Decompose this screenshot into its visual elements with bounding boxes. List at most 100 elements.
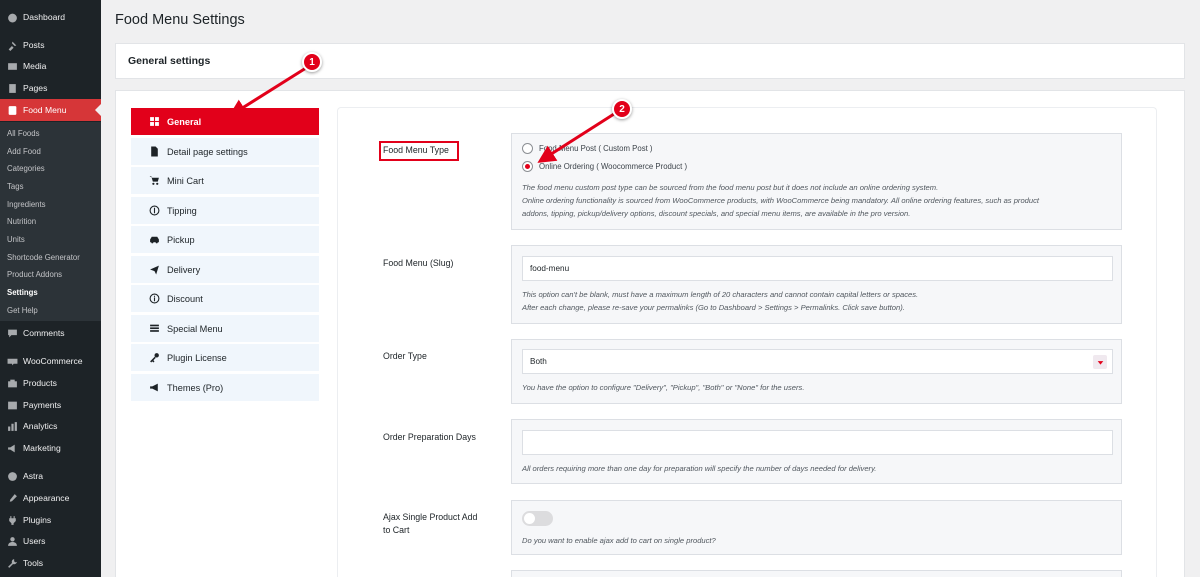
admin-menu-analytics[interactable]: Analytics — [0, 415, 101, 437]
admin-menu-plugins[interactable]: Plugins — [0, 509, 101, 531]
plane-icon — [148, 264, 160, 276]
ajax-add-to-cart-box: Do you want to enable ajax add to cart o… — [511, 500, 1122, 555]
order-preparation-days-box: All orders requiring more than one day f… — [511, 419, 1122, 484]
settings-tab-plugin-license[interactable]: Plugin License — [131, 344, 319, 371]
order-type-desc: You have the option to configure "Delive… — [522, 383, 805, 392]
submenu-tags[interactable]: Tags — [7, 182, 23, 191]
users-icon — [6, 535, 18, 547]
settings-tab-discount[interactable]: Discount — [131, 285, 319, 312]
media-icon — [6, 60, 18, 72]
food-menu-type-desc-2: Online ordering functionality is sourced… — [522, 196, 1040, 205]
order-type-value: Both — [530, 357, 547, 366]
food-menu-slug-label: Food Menu (Slug) — [383, 258, 454, 268]
food-menu-slug-desc-1: This option can't be blank, must have a … — [522, 290, 919, 299]
submenu-product-addons[interactable]: Product Addons — [7, 270, 62, 279]
ajax-add-to-cart-toggle[interactable] — [522, 511, 553, 526]
admin-sidebar: Dashboard Posts Media Pages Food Menu Al… — [0, 0, 101, 577]
order-type-select[interactable]: Both — [522, 349, 1113, 374]
food-menu-slug-input[interactable]: food-menu — [522, 256, 1113, 281]
document-icon — [148, 146, 160, 158]
payments-icon — [6, 399, 18, 411]
food-menu-post-option[interactable]: Food Menu Post ( Custom Post ) — [522, 143, 653, 154]
marketing-icon — [6, 442, 18, 454]
astra-icon — [6, 470, 18, 482]
appearance-icon — [6, 492, 18, 504]
food-menu-type-desc-1: The food menu custom post type can be so… — [522, 183, 939, 192]
admin-menu-comments[interactable]: Comments — [0, 322, 101, 344]
pin-icon — [6, 39, 18, 51]
submenu-categories[interactable]: Categories — [7, 164, 45, 173]
settings-tab-mini-cart[interactable]: Mini Cart — [131, 167, 319, 194]
order-preparation-days-label: Order Preparation Days — [383, 432, 476, 442]
settings-tab-special-menu[interactable]: Special Menu — [131, 315, 319, 342]
food-menu-submenu: All Foods Add Food Categories Tags Ingre… — [0, 122, 101, 321]
megaphone-icon — [148, 382, 160, 394]
food-menu-type-highlight — [379, 141, 459, 161]
admin-menu-pages[interactable]: Pages — [0, 77, 101, 99]
food-menu-slug-box: food-menu This option can't be blank, mu… — [511, 245, 1122, 324]
submenu-get-help[interactable]: Get Help — [7, 306, 38, 315]
settings-tab-general[interactable]: General — [131, 108, 319, 135]
page-title: Food Menu Settings — [115, 12, 245, 28]
admin-menu-posts[interactable]: Posts — [0, 34, 101, 56]
chevron-down-icon[interactable] — [1093, 355, 1107, 369]
online-ordering-option[interactable]: Online Ordering ( Woocommerce Product ) — [522, 161, 687, 172]
general-settings-header: General settings — [115, 43, 1185, 79]
annotation-badge-2: 2 — [612, 99, 632, 119]
products-icon — [6, 377, 18, 389]
admin-menu-tools[interactable]: Tools — [0, 552, 101, 574]
food-menu-type-desc-3: addons, tipping, pickup/delivery options… — [522, 209, 911, 218]
submenu-shortcode-generator[interactable]: Shortcode Generator — [7, 253, 80, 262]
admin-menu-media[interactable]: Media — [0, 55, 101, 77]
order-preparation-days-desc: All orders requiring more than one day f… — [522, 464, 877, 473]
submenu-nutrition[interactable]: Nutrition — [7, 217, 36, 226]
cart-icon — [148, 175, 160, 187]
admin-menu-astra[interactable]: Astra — [0, 465, 101, 487]
table-icon — [148, 323, 160, 335]
admin-menu-users[interactable]: Users — [0, 530, 101, 552]
submenu-units[interactable]: Units — [7, 235, 25, 244]
settings-tab-tipping[interactable]: Tipping — [131, 197, 319, 224]
dashboard-icon — [6, 11, 18, 23]
admin-menu-woocommerce[interactable]: WooCommerce — [0, 350, 101, 372]
submenu-ingredients[interactable]: Ingredients — [7, 200, 46, 209]
online-ordering-radio[interactable] — [522, 161, 533, 172]
order-type-box: Both You have the option to configure "D… — [511, 339, 1122, 404]
admin-menu-marketing[interactable]: Marketing — [0, 437, 101, 459]
pages-icon — [6, 82, 18, 94]
info-icon — [148, 293, 160, 305]
settings-tab-themes-pro[interactable]: Themes (Pro) — [131, 374, 319, 401]
woocommerce-icon — [6, 355, 18, 367]
food-menu-icon — [6, 104, 18, 116]
plugins-icon — [6, 514, 18, 526]
comments-icon — [6, 327, 18, 339]
admin-menu-dashboard[interactable]: Dashboard — [0, 6, 101, 28]
food-menu-type-box: Food Menu Post ( Custom Post ) Online Or… — [511, 133, 1122, 230]
order-type-label: Order Type — [383, 351, 427, 361]
ajax-add-to-cart-desc: Do you want to enable ajax add to cart o… — [522, 536, 716, 545]
ajax-add-to-cart-label: Ajax Single Product Add to Cart — [383, 512, 478, 535]
submenu-settings[interactable]: Settings — [7, 288, 38, 297]
analytics-icon — [6, 420, 18, 432]
settings-tab-detail-page[interactable]: Detail page settings — [131, 138, 319, 165]
tools-icon — [6, 557, 18, 569]
submenu-all-foods[interactable]: All Foods — [7, 129, 40, 138]
submenu-add-food[interactable]: Add Food — [7, 147, 41, 156]
grid-icon — [148, 116, 160, 128]
dollar-icon — [148, 205, 160, 217]
general-settings-heading: General settings — [128, 55, 211, 67]
admin-menu-products[interactable]: Products — [0, 372, 101, 394]
annotation-badge-1: 1 — [302, 52, 322, 72]
car-icon — [148, 234, 160, 246]
admin-menu-appearance[interactable]: Appearance — [0, 487, 101, 509]
admin-menu-food-menu[interactable]: Food Menu — [0, 99, 101, 121]
key-icon — [148, 352, 160, 364]
current-menu-arrow — [95, 104, 101, 116]
settings-tab-pickup[interactable]: Pickup — [131, 226, 319, 253]
settings-tab-delivery[interactable]: Delivery — [131, 256, 319, 283]
food-menu-slug-desc-2: After each change, please re-save your p… — [522, 303, 905, 312]
admin-menu-payments[interactable]: Payments — [0, 394, 101, 416]
order-preparation-days-input[interactable] — [522, 430, 1113, 455]
next-setting-box — [511, 570, 1122, 577]
food-menu-post-radio[interactable] — [522, 143, 533, 154]
